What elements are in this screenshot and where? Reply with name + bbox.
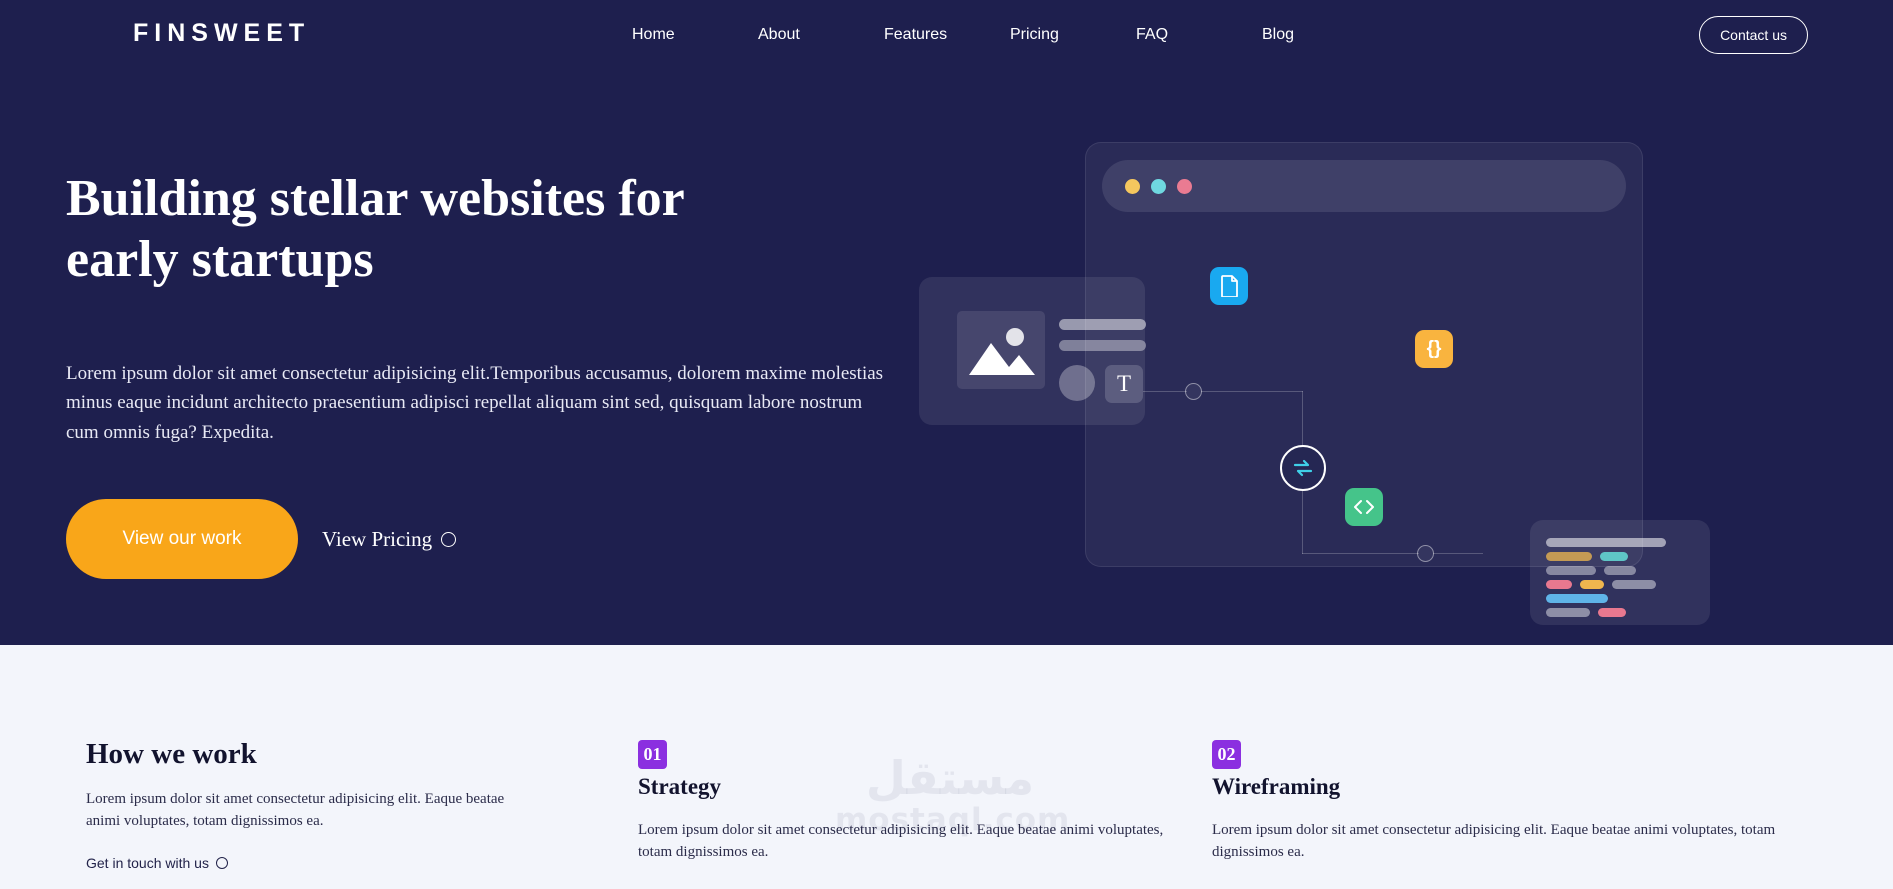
get-in-touch-label: Get in touch with us bbox=[86, 854, 209, 871]
connector-line bbox=[1433, 553, 1483, 554]
code-line-segment bbox=[1546, 538, 1666, 547]
avatar-placeholder bbox=[1059, 365, 1095, 401]
window-dot-pink bbox=[1177, 178, 1192, 194]
code-line-segment bbox=[1546, 552, 1592, 561]
mountain-photo-icon bbox=[969, 328, 1035, 375]
connector-node bbox=[1185, 383, 1202, 400]
image-placeholder-icon bbox=[957, 311, 1045, 389]
code-line-segment bbox=[1612, 580, 1656, 589]
connector-line bbox=[1302, 391, 1303, 447]
code-line-segment bbox=[1546, 594, 1608, 603]
nav-links: Home About Features Pricing FAQ Blog bbox=[632, 0, 1294, 70]
text-tool-icon: T bbox=[1105, 365, 1143, 403]
navbar: FINSWEET Home About Features Pricing FAQ… bbox=[0, 0, 1893, 70]
how-we-work-column: How we work Lorem ipsum dolor sit amet c… bbox=[86, 738, 516, 871]
nav-item-features[interactable]: Features bbox=[884, 26, 1010, 44]
window-dot-cyan bbox=[1151, 178, 1166, 194]
browser-toolbar bbox=[1102, 160, 1626, 212]
sync-icon bbox=[1280, 445, 1326, 491]
connector-line bbox=[1201, 391, 1303, 392]
nav-item-home[interactable]: Home bbox=[632, 26, 758, 44]
code-card-mock bbox=[1530, 520, 1710, 625]
view-pricing-link[interactable]: View Pricing bbox=[322, 526, 457, 552]
nav-item-pricing[interactable]: Pricing bbox=[1010, 26, 1136, 44]
contact-us-button[interactable]: Contact us bbox=[1699, 16, 1808, 54]
code-line-segment bbox=[1600, 552, 1628, 561]
code-line-segment bbox=[1546, 608, 1590, 617]
hero-copy: Building stellar websites for early star… bbox=[66, 168, 883, 580]
code-line-segment bbox=[1546, 580, 1572, 589]
connector-node bbox=[1417, 545, 1434, 562]
brand-logo[interactable]: FINSWEET bbox=[133, 19, 310, 48]
hero-title: Building stellar websites for early star… bbox=[66, 170, 684, 289]
step-number-badge: 02 bbox=[1212, 740, 1241, 769]
step-body: Lorem ipsum dolor sit amet consectetur a… bbox=[1212, 822, 1776, 860]
circle-arrow-icon bbox=[441, 531, 457, 547]
step-number-badge: 01 bbox=[638, 740, 667, 769]
hero-paragraph: Lorem ipsum dolor sit amet consectetur a… bbox=[66, 362, 884, 443]
hero-actions: View our work View Pricing bbox=[66, 499, 826, 580]
code-line-segment bbox=[1580, 580, 1604, 589]
text-line-placeholder bbox=[1059, 319, 1146, 330]
how-we-work-body: Lorem ipsum dolor sit amet consectetur a… bbox=[86, 791, 505, 829]
step-card-wireframing: 02 Wireframing Lorem ipsum dolor sit ame… bbox=[1212, 740, 1787, 864]
text-line-placeholder bbox=[1059, 340, 1146, 351]
nav-item-about[interactable]: About bbox=[758, 26, 884, 44]
hero-section: FINSWEET Home About Features Pricing FAQ… bbox=[0, 0, 1893, 645]
media-card-mock: T bbox=[919, 277, 1146, 425]
how-we-work-heading: How we work bbox=[86, 738, 257, 770]
nav-item-blog[interactable]: Blog bbox=[1262, 26, 1294, 44]
code-line-segment bbox=[1604, 566, 1636, 575]
window-dot-yellow bbox=[1125, 178, 1140, 194]
json-braces-icon: {} bbox=[1415, 330, 1453, 368]
step-title: Wireframing bbox=[1212, 774, 1341, 799]
connector-line bbox=[1302, 553, 1419, 554]
connector-line bbox=[1143, 391, 1187, 392]
step-body: Lorem ipsum dolor sit amet consectetur a… bbox=[638, 822, 1164, 860]
code-line-segment bbox=[1546, 566, 1596, 575]
step-title: Strategy bbox=[638, 774, 722, 799]
view-our-work-button[interactable]: View our work bbox=[66, 499, 298, 580]
connector-line bbox=[1302, 490, 1303, 554]
circle-arrow-icon bbox=[215, 856, 228, 869]
view-pricing-label: View Pricing bbox=[322, 526, 433, 551]
step-card-strategy: 01 Strategy Lorem ipsum dolor sit amet c… bbox=[638, 740, 1178, 864]
code-line-segment bbox=[1598, 608, 1626, 617]
hero-illustration: T {} bbox=[919, 120, 1710, 625]
nav-item-faq[interactable]: FAQ bbox=[1136, 26, 1262, 44]
get-in-touch-link[interactable]: Get in touch with us bbox=[86, 855, 516, 871]
code-brackets-icon bbox=[1345, 488, 1383, 526]
document-icon bbox=[1210, 267, 1248, 305]
